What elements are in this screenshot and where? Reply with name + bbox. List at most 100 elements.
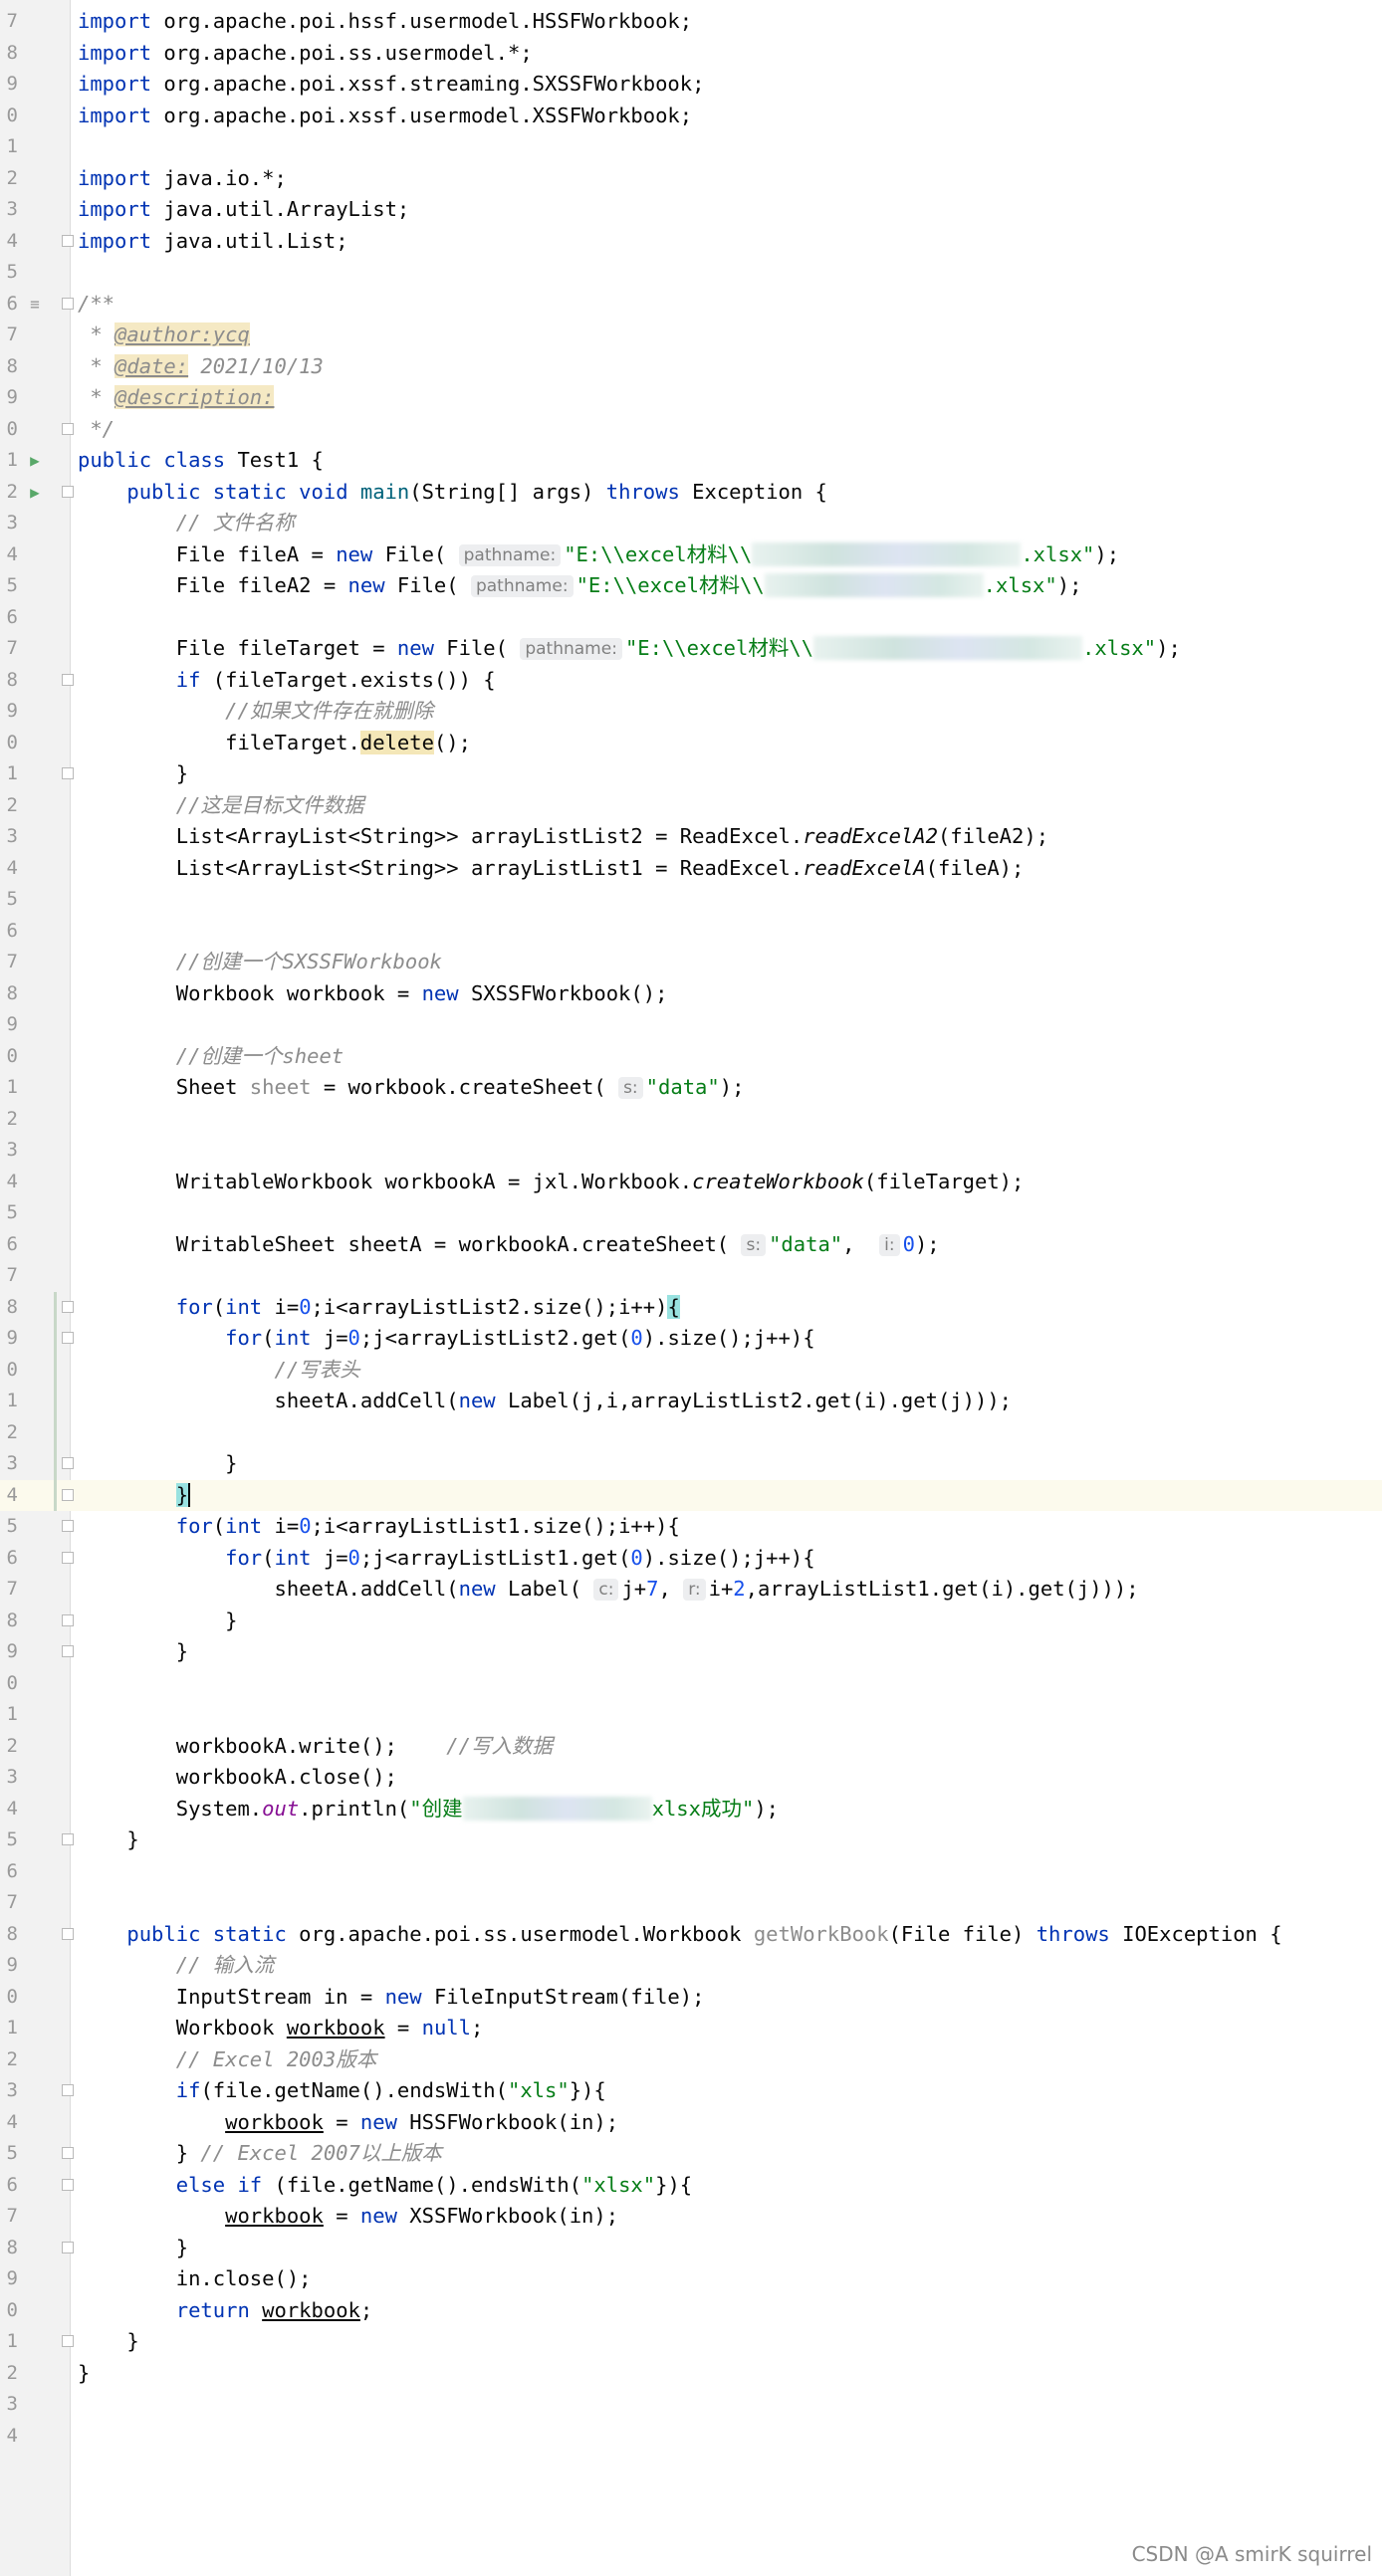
fold-toggle-icon[interactable]	[62, 422, 74, 435]
code-line[interactable]: 3 }	[0, 1448, 1382, 1480]
fold-toggle-icon[interactable]	[62, 1488, 74, 1501]
code-line[interactable]: 2 workbookA.write(); //写入数据	[0, 1731, 1382, 1763]
code-line[interactable]: 2 ▶ public static void main(String[] args…	[0, 477, 1382, 509]
code-line[interactable]: 8 for(int i=0;i<arrayListList2.size();i+…	[0, 1292, 1382, 1324]
fold-toggle-icon[interactable]	[62, 234, 74, 247]
fold-toggle-icon[interactable]	[62, 767, 74, 779]
code-line[interactable]: 4 List<ArrayList<String>> arrayListList1…	[0, 853, 1382, 885]
code-line[interactable]: 0 fileTarget.delete();	[0, 728, 1382, 759]
fold-toggle-icon[interactable]	[62, 1332, 74, 1344]
code-line[interactable]: 5	[0, 884, 1382, 916]
code-line[interactable]: 7	[0, 1887, 1382, 1919]
code-line[interactable]: 3 // 文件名称	[0, 508, 1382, 539]
code-line[interactable]: 3	[0, 2389, 1382, 2421]
code-line[interactable]: 0 */	[0, 414, 1382, 446]
code-line[interactable]: 3 workbookA.close();	[0, 1762, 1382, 1794]
code-line[interactable]: 7 //创建一个SXSSFWorkbook	[0, 947, 1382, 978]
code-line[interactable]: 6 ≡ /**	[0, 289, 1382, 321]
code-line[interactable]: 2}	[0, 2358, 1382, 2390]
code-line[interactable]: 4 import java.util.List;	[0, 226, 1382, 258]
code-line[interactable]: 5 File fileA2 = new File( pathname: "E:\\…	[0, 570, 1382, 602]
code-line[interactable]: 0 //写表头	[0, 1355, 1382, 1387]
code-line[interactable]: 6	[0, 602, 1382, 634]
fold-toggle-icon[interactable]	[62, 1833, 74, 1845]
code-line[interactable]: 1 }	[0, 2326, 1382, 2358]
code-line[interactable]: 7 File fileTarget = new File( pathname: "…	[0, 633, 1382, 665]
code-line[interactable]: 5 for(int i=0;i<arrayListList1.size();i+…	[0, 1511, 1382, 1543]
code-line[interactable]: 7 workbook = new XSSFWorkbook(in);	[0, 2201, 1382, 2233]
code-line[interactable]: 5 }	[0, 1825, 1382, 1856]
code-line[interactable]: 7	[0, 1260, 1382, 1292]
fold-toggle-icon[interactable]	[62, 1613, 74, 1626]
code-line[interactable]: 9 for(int j=0;j<arrayListList2.get(0).si…	[0, 1323, 1382, 1355]
code-line[interactable]: 0 InputStream in = new FileInputStream(f…	[0, 1982, 1382, 2014]
fold-toggle-icon[interactable]	[62, 1927, 74, 1940]
code-line[interactable]: 8 }	[0, 2233, 1382, 2264]
code-line[interactable]: 1 Workbook workbook = null;	[0, 2013, 1382, 2044]
fold-toggle-icon[interactable]	[62, 2241, 74, 2254]
fold-toggle-icon[interactable]	[62, 2335, 74, 2347]
fold-toggle-icon[interactable]	[62, 1645, 74, 1657]
code-line[interactable]: 8 * @date: 2021/10/13	[0, 351, 1382, 383]
run-gutter-icon[interactable]: ▶	[26, 483, 44, 502]
code-line[interactable]: 9 in.close();	[0, 2263, 1382, 2295]
code-line[interactable]: 2	[0, 1417, 1382, 1449]
code-line[interactable]: 8 }	[0, 1606, 1382, 1637]
code-line[interactable]: 4 WritableWorkbook workbookA = jxl.Workb…	[0, 1167, 1382, 1198]
code-line[interactable]: 0 return workbook;	[0, 2295, 1382, 2327]
code-line[interactable]: 4	[0, 2421, 1382, 2453]
code-line[interactable]: 9 * @description:	[0, 382, 1382, 414]
code-line[interactable]: 8 import org.apache.poi.ss.usermodel.*;	[0, 38, 1382, 70]
code-line[interactable]: 1 }	[0, 758, 1382, 790]
code-line[interactable]: 6 WritableSheet sheetA = workbookA.creat…	[0, 1229, 1382, 1261]
code-line[interactable]: 9 import org.apache.poi.xssf.streaming.SX…	[0, 69, 1382, 101]
fold-toggle-icon[interactable]	[62, 2147, 74, 2159]
fold-toggle-icon[interactable]	[62, 485, 74, 498]
code-line[interactable]: 6	[0, 1856, 1382, 1888]
fold-toggle-icon[interactable]	[62, 1457, 74, 1469]
code-line[interactable]: 5	[0, 1197, 1382, 1229]
code-line[interactable]: 6 else if (file.getName().endsWith("xlsx…	[0, 2170, 1382, 2202]
code-line[interactable]: 8 public static org.apache.poi.ss.usermo…	[0, 1919, 1382, 1951]
doc-render-icon[interactable]: ≡	[26, 295, 44, 314]
fold-toggle-icon[interactable]	[62, 297, 74, 310]
code-line[interactable]: 9 // 输入流	[0, 1950, 1382, 1982]
code-line[interactable]: 2 // Excel 2003版本	[0, 2044, 1382, 2076]
code-line[interactable]: 1	[0, 1699, 1382, 1731]
code-line[interactable]: 0 import org.apache.poi.xssf.usermodel.XS…	[0, 101, 1382, 132]
code-line[interactable]: 2	[0, 1104, 1382, 1136]
code-line[interactable]: 8 Workbook workbook = new SXSSFWorkbook(…	[0, 978, 1382, 1010]
code-line[interactable]: 4 System.out.println("创建 xlsx成功");	[0, 1794, 1382, 1825]
code-line[interactable]: 7 sheetA.addCell(new Label( c: j+7, r: i+2…	[0, 1574, 1382, 1606]
fold-toggle-icon[interactable]	[62, 1551, 74, 1564]
fold-toggle-icon[interactable]	[62, 673, 74, 686]
code-line[interactable]: 3	[0, 1135, 1382, 1167]
fold-toggle-icon[interactable]	[62, 1520, 74, 1532]
code-line[interactable]: 6	[0, 916, 1382, 948]
code-line[interactable]: 2 //这是目标文件数据	[0, 790, 1382, 822]
code-line[interactable]: 7 import org.apache.poi.hssf.usermodel.HS…	[0, 6, 1382, 38]
code-line[interactable]: 9	[0, 1009, 1382, 1041]
fold-toggle-icon[interactable]	[62, 2084, 74, 2096]
code-line[interactable]: 2 import java.io.*;	[0, 163, 1382, 195]
code-line[interactable]: 1	[0, 131, 1382, 163]
code-line[interactable]: 4 }	[0, 1479, 1382, 1511]
code-line[interactable]: 8 if (fileTarget.exists()) {	[0, 665, 1382, 697]
code-line[interactable]: 5 } // Excel 2007以上版本	[0, 2138, 1382, 2170]
code-line[interactable]: 1 ▶ public class Test1 {	[0, 445, 1382, 477]
code-line[interactable]: 3 List<ArrayList<String>> arrayListList2…	[0, 821, 1382, 853]
code-line[interactable]: 6 for(int j=0;j<arrayListList1.get(0).si…	[0, 1543, 1382, 1575]
run-gutter-icon[interactable]: ▶	[26, 452, 44, 470]
code-line[interactable]: 1 sheetA.addCell(new Label(j,i,arrayList…	[0, 1386, 1382, 1417]
code-line[interactable]: 4 workbook = new HSSFWorkbook(in);	[0, 2107, 1382, 2139]
code-line[interactable]: 0 //创建一个sheet	[0, 1041, 1382, 1073]
code-line[interactable]: 4 File fileA = new File( pathname: "E:\\e…	[0, 539, 1382, 571]
code-line[interactable]: 3 if(file.getName().endsWith("xls"}){	[0, 2075, 1382, 2107]
code-line[interactable]: 9 //如果文件存在就删除	[0, 696, 1382, 728]
fold-toggle-icon[interactable]	[62, 2178, 74, 2191]
code-line[interactable]: 9 }	[0, 1636, 1382, 1668]
fold-toggle-icon[interactable]	[62, 1300, 74, 1313]
code-line[interactable]: 5	[0, 257, 1382, 289]
code-line[interactable]: 7 * @author:ycq	[0, 320, 1382, 351]
code-editor[interactable]: 7 import org.apache.poi.hssf.usermodel.HS…	[0, 0, 1382, 2576]
